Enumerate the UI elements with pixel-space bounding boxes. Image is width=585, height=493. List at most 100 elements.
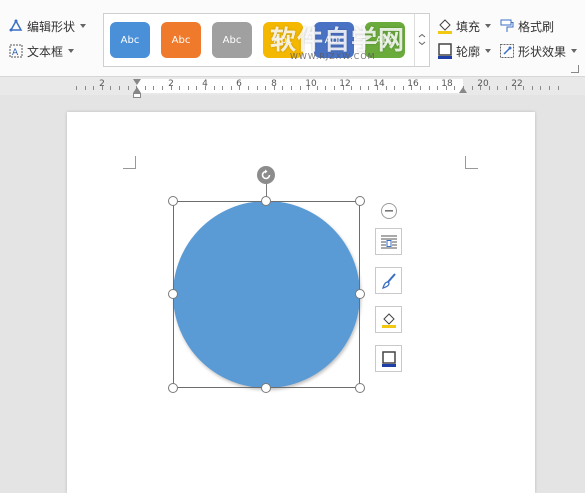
ruler-tick [497,86,498,90]
shape-style-6-label: Abc [375,34,395,46]
ruler-tick [420,86,421,90]
dialog-launcher-icon[interactable] [571,65,579,73]
resize-handle-nw[interactable] [168,196,178,206]
ruler-label: 20 [477,79,489,89]
ruler-tick [394,86,395,90]
shape-style-gallery: Abc Abc Abc Abc Abc Abc [103,13,430,67]
chevron-down-icon [80,24,87,28]
ruler-tick [153,86,154,90]
fill-label: 填充 [456,19,481,34]
fill-button[interactable]: 填充 [437,16,492,36]
ruler-tick [248,86,249,90]
ruler-tick [222,86,223,90]
ruler-tick [76,86,77,90]
ruler-tick [549,86,550,90]
ruler-tick [93,86,94,90]
left-indent-marker[interactable] [133,93,141,98]
ruler-tick [162,86,163,90]
ribbon: 编辑形状 A 文本框 Abc Abc Abc Abc Abc Abc 软件自学网… [0,0,585,77]
ruler-label: 14 [373,79,385,89]
text-box-icon: A [8,43,24,59]
resize-handle-e[interactable] [355,289,365,299]
shape-style-5-label: Abc [324,34,344,46]
ruler-tick [179,86,180,90]
ruler-tick [257,86,258,90]
edit-shape-icon [8,18,24,34]
shape-effects-button[interactable]: 形状效果 [499,41,578,61]
resize-handle-w[interactable] [168,289,178,299]
edit-shape-label: 编辑形状 [27,19,76,34]
ruler-tick [437,86,438,90]
ruler-label: 10 [305,79,317,89]
ruler-label: 18 [441,79,453,89]
fill-bucket-icon [437,18,453,34]
text-wrap-icon [380,235,397,248]
ruler-tick [317,86,318,90]
ruler-tick [489,86,490,90]
ruler-label: 16 [407,79,419,89]
chevron-down-icon [485,24,492,28]
format-painter-label: 格式刷 [518,19,555,34]
text-box-label: 文本框 [27,44,64,59]
ruler-tick [334,86,335,90]
ruler-tick [119,86,120,90]
ruler-label: 2 [99,79,105,89]
shape-effects-label: 形状效果 [518,44,567,59]
ruler-tick [231,86,232,90]
gallery-expand-icon [418,34,426,46]
right-indent-marker[interactable] [459,87,467,93]
shape-fill-button[interactable] [375,306,402,333]
ruler-tick [540,86,541,90]
ruler-tick [454,86,455,90]
collapse-toolbar-button[interactable] [381,203,397,219]
fill-bucket-icon [381,312,396,328]
rotate-handle[interactable] [257,166,275,184]
ruler-label: 22 [511,79,523,89]
resize-handle-ne[interactable] [355,196,365,206]
ruler-tick [265,86,266,90]
resize-handle-sw[interactable] [168,383,178,393]
ruler-tick [472,86,473,90]
ruler-tick [282,86,283,90]
ruler-label: 8 [271,79,277,89]
horizontal-ruler: 2 2 4 6 8 10 12 14 16 18 20 22 [0,77,585,98]
ruler-label: 2 [168,79,174,89]
ruler-tick [403,86,404,90]
resize-handle-n[interactable] [261,196,271,206]
text-box-button[interactable]: A 文本框 [8,41,75,61]
gallery-more-button[interactable] [414,14,429,66]
ruler-tick [325,86,326,90]
shape-style-2[interactable]: Abc [161,22,201,58]
shape-style-button[interactable] [375,267,402,294]
shape-effects-icon [499,43,515,59]
resize-handle-se[interactable] [355,383,365,393]
outline-button[interactable]: 轮廓 [437,41,492,61]
ruler-tick [300,86,301,90]
shape-style-1-label: Abc [120,34,140,46]
ruler-tick [532,86,533,90]
layout-options-button[interactable] [375,228,402,255]
ruler-tick [214,86,215,90]
minus-circle-icon [385,210,393,212]
format-painter-button[interactable]: 格式刷 [499,16,554,36]
edit-shape-button[interactable]: 编辑形状 [8,16,87,36]
outline-label: 轮廓 [456,44,481,59]
shape-outline-button[interactable] [375,345,402,372]
ruler-label: 6 [236,79,242,89]
ruler-tick [291,86,292,90]
ruler-tick [506,86,507,90]
ruler-tick [360,86,361,90]
ruler-tick [85,86,86,90]
ruler-label: 4 [202,79,208,89]
ruler-tick [145,86,146,90]
selection-frame [173,201,360,388]
resize-handle-s[interactable] [261,383,271,393]
chevron-down-icon [68,49,75,53]
shape-style-3[interactable]: Abc [212,22,252,58]
ruler-tick [351,86,352,90]
shape-style-1[interactable]: Abc [110,22,150,58]
shape-style-2-label: Abc [171,34,191,46]
first-line-indent-marker[interactable] [133,79,141,85]
format-painter-icon [499,18,515,34]
margin-corner-mark [123,156,136,169]
